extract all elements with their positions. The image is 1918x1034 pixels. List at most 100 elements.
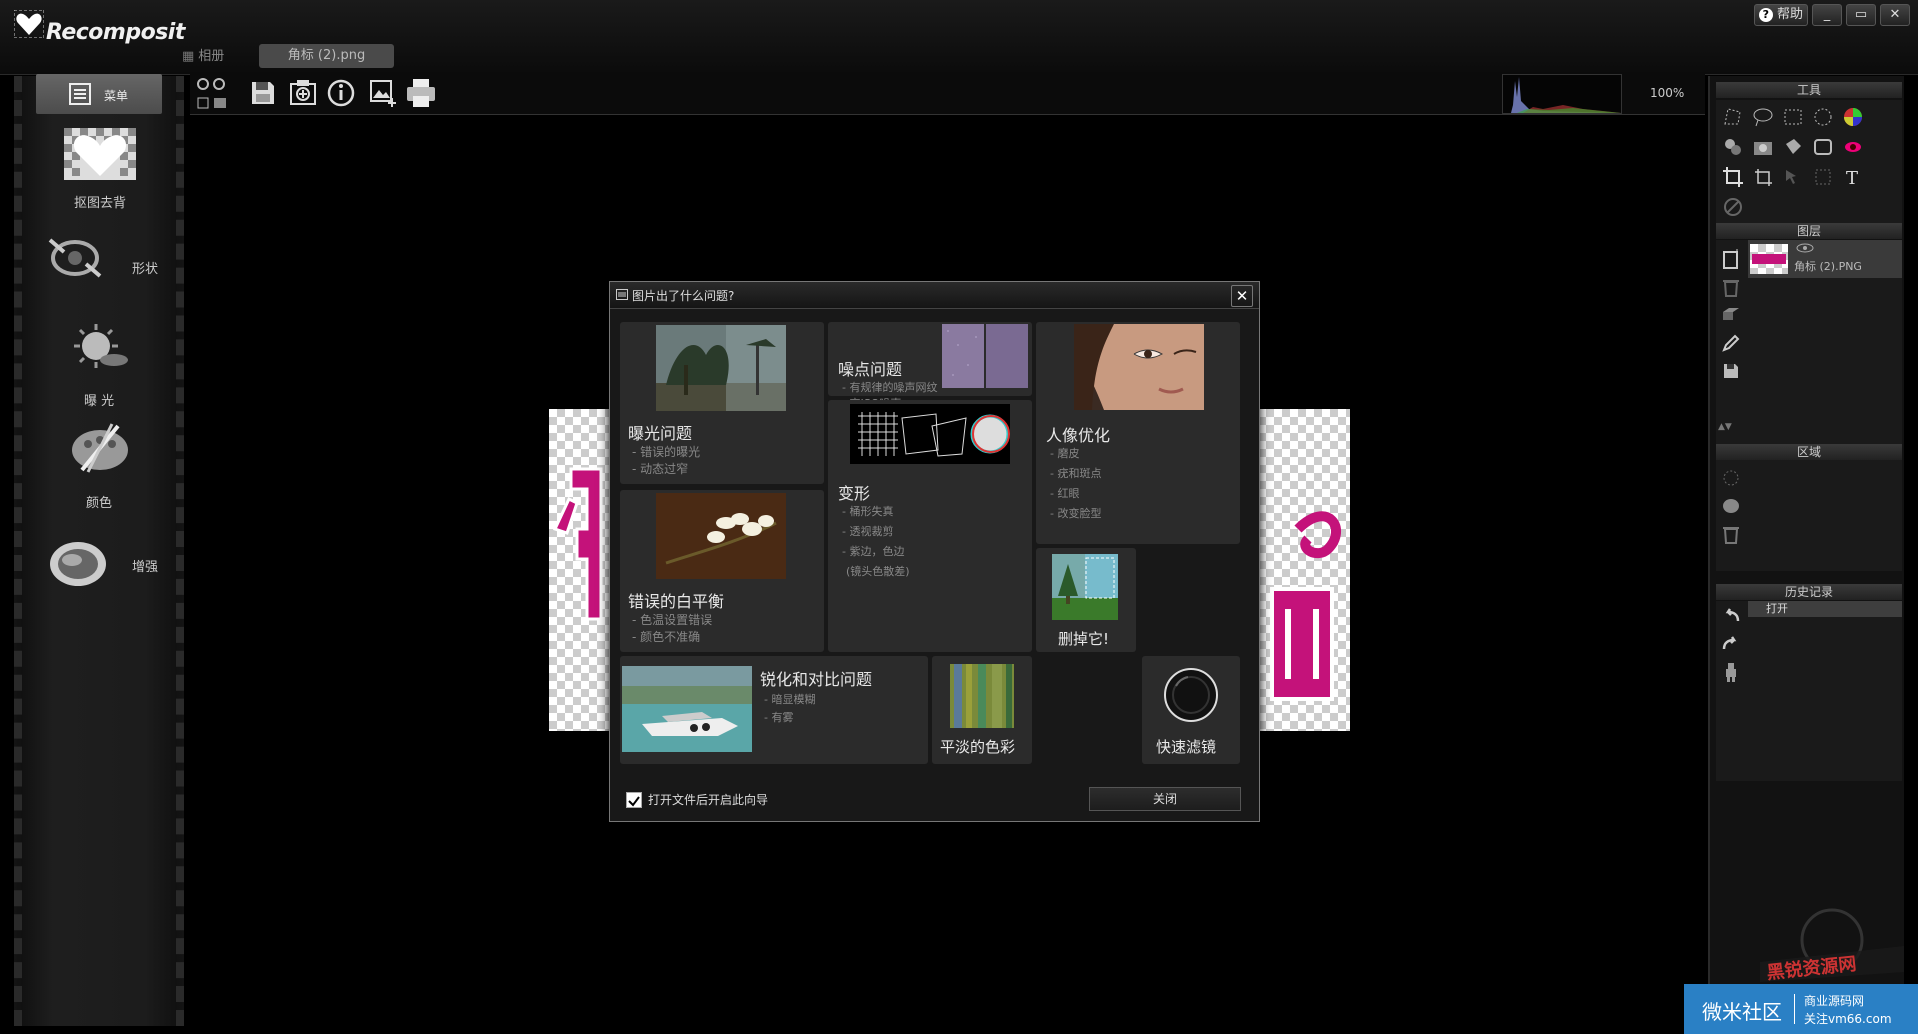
card-sharpen-title: 锐化和对比问题 — [760, 670, 873, 689]
zoom-tools-icon[interactable] — [195, 76, 231, 112]
card-portrait-sub: - 红眼 — [1050, 487, 1080, 500]
save-icon[interactable] — [248, 78, 278, 108]
move-icon[interactable] — [1782, 166, 1804, 188]
card-dull-colors[interactable]: 平淡的色彩 — [932, 656, 1032, 764]
sidebar-item-label: 形状 — [132, 262, 159, 277]
layer-order-icon[interactable]: ▲▼ — [1718, 422, 1732, 432]
close-window-button[interactable]: ✕ — [1880, 4, 1910, 26]
noise-photo — [942, 324, 1028, 388]
exposure-photo — [656, 325, 786, 411]
history-panel-title: 历史记录 — [1716, 584, 1902, 600]
color-wheel-icon[interactable] — [1842, 106, 1864, 128]
print-icon[interactable] — [404, 76, 438, 110]
card-sharpen[interactable]: 锐化和对比问题 - 暗显模糊 - 有雾 — [620, 656, 928, 764]
minimize-button[interactable]: _ — [1812, 4, 1842, 26]
window-controls: ? 帮助 _ ▭ ✕ — [1753, 4, 1910, 26]
card-distortion-sub: (镜头色散差) — [846, 565, 910, 578]
card-exposure-sub: - 动态过窄 — [632, 462, 689, 476]
grid-icon: ▦ — [182, 49, 195, 64]
card-whitebalance[interactable]: 错误的白平衡 - 色温设置错误 - 颜色不准确 — [620, 490, 824, 652]
card-distortion-sub: - 透视裁剪 — [842, 525, 894, 538]
camera-icon[interactable] — [1752, 136, 1774, 158]
layers-panel-title: 图层 — [1716, 223, 1902, 239]
dialog-close-icon[interactable]: ✕ — [1231, 285, 1253, 307]
image-glyph-left — [552, 467, 603, 621]
sidebar-item-enhance[interactable]: 增强 — [44, 530, 174, 600]
layer-row[interactable]: 角标 (2).PNG — [1748, 240, 1902, 278]
wizard-on-open-checkbox[interactable] — [626, 792, 642, 808]
bucket-icon[interactable] — [1782, 136, 1804, 158]
card-exposure[interactable]: 曝光问题 - 错误的曝光 - 动态过窄 — [620, 322, 824, 484]
redo-icon[interactable] — [1720, 633, 1742, 655]
lasso-polygon-icon[interactable] — [1722, 106, 1744, 128]
delete-layer-icon[interactable] — [1720, 276, 1742, 298]
clone-icon[interactable] — [1722, 136, 1744, 158]
sidebar-item-shape[interactable]: 形状 — [40, 232, 170, 296]
right-panel: 工具 T 图层 ▲▼ 角标 (2).PNG 区域 历史记录 打开 — [1708, 76, 1904, 1026]
menu-button[interactable]: 菜单 — [36, 74, 162, 114]
undo-icon[interactable] — [1720, 605, 1742, 627]
crop-icon[interactable] — [1722, 166, 1744, 188]
card-exposure-title: 曝光问题 — [628, 424, 693, 443]
ellipse-select-icon[interactable] — [1812, 106, 1834, 128]
frame-icon[interactable] — [1812, 136, 1834, 158]
help-button[interactable]: ? 帮助 — [1753, 4, 1808, 26]
layer-properties-icon[interactable] — [1720, 304, 1742, 326]
dialog-window-icon — [616, 289, 628, 300]
card-quick-filter[interactable]: 快速滤镜 — [1142, 656, 1240, 764]
save-layer-icon[interactable] — [1720, 360, 1742, 382]
card-distortion-title: 变形 — [838, 484, 871, 503]
restore-button[interactable]: ▭ — [1846, 4, 1876, 26]
tab-album[interactable]: ▦ 相册 — [182, 46, 224, 68]
card-distortion-sub: - 紫边，色边 — [842, 545, 905, 558]
sidebar-item-label: 曝 光 — [84, 394, 115, 409]
histogram — [1502, 74, 1622, 114]
card-portrait[interactable]: 人像优化 - 磨皮 - 疣和斑点 - 红眼 - 改变脸型 — [1036, 322, 1240, 544]
history-figure-icon[interactable] — [1720, 661, 1742, 683]
eye-icon[interactable] — [1796, 242, 1814, 254]
watermark-line1: 商业源码网 — [1804, 994, 1865, 1008]
card-portrait-sub: - 改变脸型 — [1050, 507, 1102, 520]
red-eye-icon[interactable] — [1842, 136, 1864, 158]
rect-select-icon[interactable] — [1782, 106, 1804, 128]
card-delete[interactable]: 删掉它! — [1036, 548, 1136, 652]
text-icon[interactable]: T — [1842, 166, 1864, 188]
problem-wizard-dialog: 图片出了什么问题? ✕ 曝光问题 - 错误的曝光 - 动态过窄 噪点问题 - 有… — [609, 281, 1260, 822]
watermark-stamp: 黑锐资源网 — [1760, 908, 1904, 982]
canvas-image-right — [1258, 409, 1350, 731]
sidebar-item-color[interactable]: 颜色 — [62, 420, 138, 511]
lasso-icon[interactable] — [1752, 106, 1774, 128]
title-bar: Recomposit ▦ 相册 角标 (2).png ? 帮助 _ ▭ ✕ — [0, 0, 1918, 75]
watermark-divider — [1794, 994, 1795, 1024]
sharpen-photo — [622, 666, 752, 752]
histogram-graph — [1511, 77, 1621, 113]
sidebar-item-cutout[interactable]: 抠图去背 — [62, 128, 138, 211]
watermark-left: 微米社区 — [1702, 1000, 1782, 1024]
dialog-title-bar: 图片出了什么问题? ✕ — [610, 282, 1259, 309]
image-glyph-right — [1270, 511, 1342, 701]
export-image-icon[interactable] — [368, 78, 398, 108]
rotate-crop-icon[interactable] — [1752, 166, 1774, 188]
delete-region-icon[interactable] — [1720, 523, 1742, 545]
card-noise[interactable]: 噪点问题 - 有规律的噪声网纹 - 高ISO噪声 — [828, 322, 1032, 410]
whitebalance-photo — [656, 493, 786, 579]
svg-text:T: T — [1846, 168, 1858, 188]
close-button[interactable]: 关闭 — [1089, 787, 1241, 811]
card-portrait-sub: - 疣和斑点 — [1050, 467, 1102, 480]
transform-icon[interactable] — [1812, 166, 1834, 188]
tools-panel: 工具 — [1716, 82, 1902, 98]
sidebar-item-exposure[interactable]: 曝 光 — [62, 322, 138, 412]
card-distortion[interactable]: 变形 - 桶形失真 - 透视裁剪 - 紫边，色边 (镜头色散差) — [828, 400, 1032, 652]
pencil-icon[interactable] — [1720, 332, 1742, 354]
zoom-level: 100% — [1650, 86, 1685, 100]
shape-icon — [48, 238, 102, 278]
history-item[interactable]: 打开 — [1748, 601, 1902, 617]
region-select-icon[interactable] — [1720, 467, 1742, 489]
exposure-icon — [74, 324, 128, 368]
tab-file[interactable]: 角标 (2).png — [259, 44, 394, 68]
region-fill-icon[interactable] — [1720, 495, 1742, 517]
disabled-icon[interactable] — [1722, 196, 1744, 218]
info-icon[interactable] — [326, 78, 356, 108]
new-layer-icon[interactable] — [1720, 248, 1742, 270]
add-to-album-icon[interactable] — [288, 78, 318, 108]
